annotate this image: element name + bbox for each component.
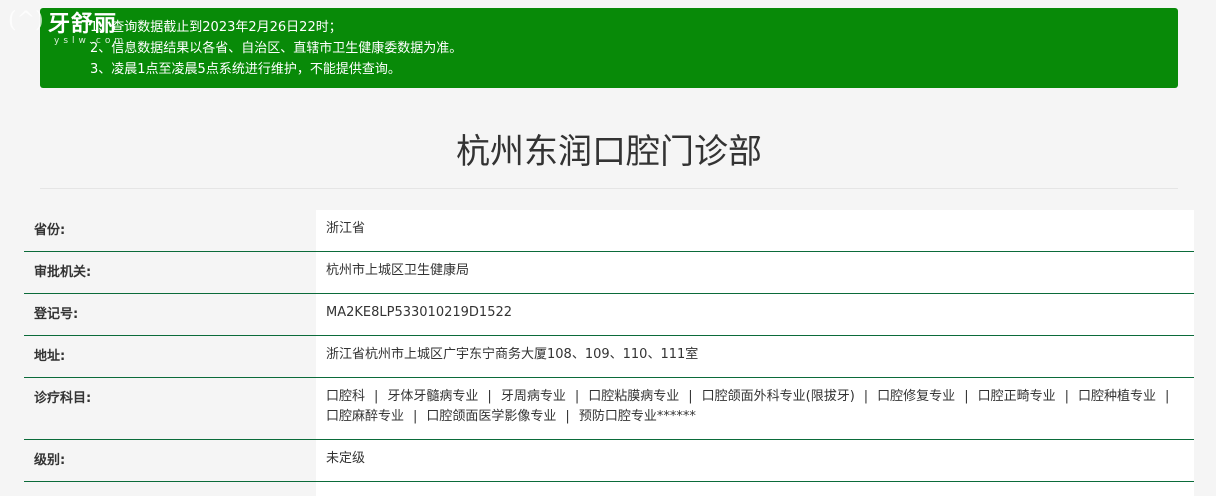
- info-label: 省份:: [24, 210, 316, 251]
- subject-separator: |: [487, 389, 492, 404]
- subject-item: 口腔科: [326, 389, 366, 404]
- info-row-registration: 登记号: MA2KE8LP533010219D1522: [24, 294, 1194, 336]
- subject-item: 口腔种植专业: [1077, 389, 1156, 404]
- title-divider: [40, 188, 1178, 189]
- info-label: 登记号:: [24, 294, 316, 335]
- subject-item: 口腔正畸专业: [977, 389, 1056, 404]
- site-logo[interactable]: (^) 牙舒丽 yslw.com: [8, 6, 138, 50]
- notice-line: 3、凌晨1点至凌晨5点系统进行维护，不能提供查询。: [90, 62, 401, 77]
- subject-item: 牙体牙髓病专业: [387, 389, 479, 404]
- logo-mark-icon: (^): [8, 8, 44, 33]
- info-label: 审批机关:: [24, 252, 316, 293]
- info-label: 级别:: [24, 440, 316, 481]
- info-label: 地址:: [24, 336, 316, 377]
- subject-item: 口腔颌面外科专业(限拔牙): [701, 389, 855, 404]
- subject-separator: |: [964, 389, 969, 404]
- subject-separator: |: [688, 389, 693, 404]
- info-value: [316, 482, 1194, 496]
- info-row-next: [24, 482, 1194, 496]
- notice-line: 2、信息数据结果以各省、自治区、直辖市卫生健康委数据为准。: [90, 41, 463, 56]
- info-value: 浙江省杭州市上城区广宇东宁商务大厦108、109、110、111室: [316, 336, 1194, 377]
- info-row-level: 级别: 未定级: [24, 440, 1194, 482]
- info-row-address: 地址: 浙江省杭州市上城区广宇东宁商务大厦108、109、110、111室: [24, 336, 1194, 378]
- subject-separator: |: [863, 389, 869, 404]
- info-value: 浙江省: [316, 210, 1194, 251]
- subjects-list: 口腔科 | 牙体牙髓病专业 | 牙周病专业 | 口腔粘膜病专业 | 口腔颌面外科专业(限拔牙) |…: [316, 378, 1194, 439]
- info-value: 未定级: [316, 440, 1194, 481]
- subject-item: 预防口腔专业******: [578, 409, 696, 424]
- info-row-authority: 审批机关: 杭州市上城区卫生健康局: [24, 252, 1194, 294]
- subject-item: 口腔麻醉专业: [326, 409, 405, 424]
- info-value: 杭州市上城区卫生健康局: [316, 252, 1194, 293]
- notice-banner: 1、查询数据截止到2023年2月26日22时； 2、信息数据结果以各省、自治区、…: [40, 8, 1178, 88]
- info-label: 诊疗科目:: [24, 378, 316, 439]
- logo-subtext: yslw.com: [54, 36, 128, 46]
- subject-separator: |: [374, 389, 379, 404]
- subject-item: 口腔粘膜病专业: [588, 389, 680, 404]
- info-row-province: 省份: 浙江省: [24, 210, 1194, 252]
- notice-line: 1、查询数据截止到2023年2月26日22时；: [90, 20, 342, 35]
- page-title: 杭州东润口腔门诊部: [456, 132, 762, 172]
- logo-name: 牙舒丽: [48, 11, 118, 37]
- subject-item: 口腔颌面医学影像专业: [426, 409, 557, 424]
- subject-separator: |: [565, 409, 570, 424]
- subject-separator: |: [413, 409, 418, 424]
- subject-separator: |: [1064, 389, 1069, 404]
- subject-separator: |: [574, 389, 580, 404]
- info-label: [24, 482, 316, 496]
- info-table: 省份: 浙江省 审批机关: 杭州市上城区卫生健康局 登记号: MA2KE8LP5…: [24, 210, 1194, 496]
- info-value: MA2KE8LP533010219D1522: [316, 294, 1194, 335]
- info-row-subjects: 诊疗科目: 口腔科 | 牙体牙髓病专业 | 牙周病专业 | 口腔粘膜病专业 | 口腔颌面外科专业…: [24, 378, 1194, 440]
- subject-item: 口腔修复专业: [877, 389, 956, 404]
- subject-separator: |: [1165, 389, 1170, 404]
- subject-item: 牙周病专业: [500, 389, 566, 404]
